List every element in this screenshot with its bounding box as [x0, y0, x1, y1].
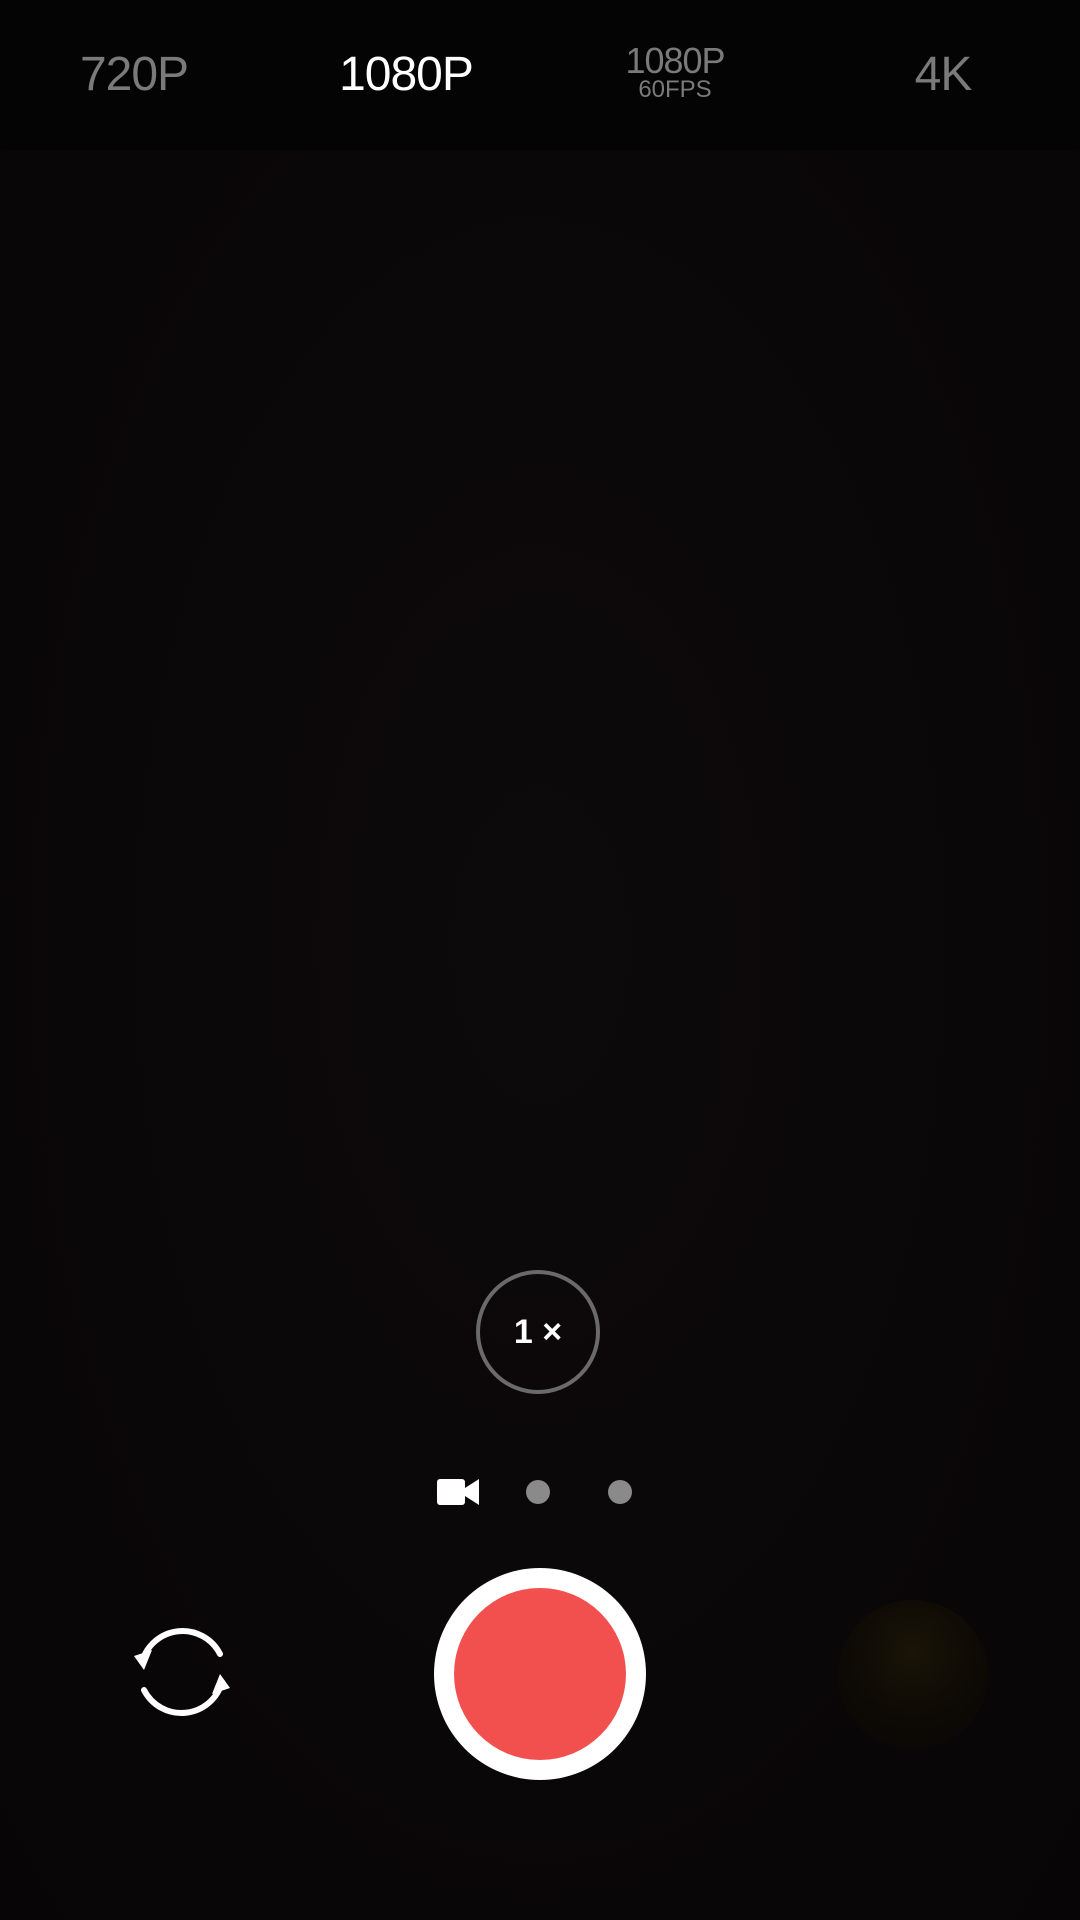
mode-dot: [526, 1480, 550, 1504]
zoom-button[interactable]: 1 ×: [476, 1270, 600, 1394]
record-button-inner: [454, 1588, 626, 1760]
resolution-fps-label: 60FPS: [638, 76, 712, 103]
mode-selector: [0, 1470, 1080, 1514]
resolution-label: 4K: [914, 48, 973, 101]
resolution-label: 720P: [79, 48, 189, 101]
switch-camera-button[interactable]: [122, 1612, 242, 1732]
resolution-label: 1080P: [339, 48, 474, 101]
gallery-thumbnail[interactable]: [838, 1600, 988, 1750]
record-button[interactable]: [434, 1568, 646, 1780]
camera-screen: 720P 1080P 1080P 60FPS 4K 1 ×: [0, 0, 1080, 1920]
resolution-4k[interactable]: 4K: [843, 0, 1043, 150]
video-camera-icon: [437, 1479, 479, 1505]
mode-dot-2[interactable]: [526, 1470, 550, 1514]
camera-switch-icon: [134, 1628, 230, 1716]
mode-dot-3[interactable]: [608, 1470, 632, 1514]
mode-video[interactable]: [436, 1470, 480, 1514]
mode-dot: [608, 1480, 632, 1504]
resolution-1080p-60fps[interactable]: 1080P 60FPS: [575, 0, 775, 148]
resolution-720p[interactable]: 720P: [34, 0, 234, 150]
zoom-label: 1 ×: [513, 1312, 563, 1351]
resolution-label: 1080P: [625, 40, 725, 81]
resolution-selector: 720P 1080P 1080P 60FPS 4K: [0, 0, 1080, 150]
resolution-1080p[interactable]: 1080P: [306, 0, 506, 150]
